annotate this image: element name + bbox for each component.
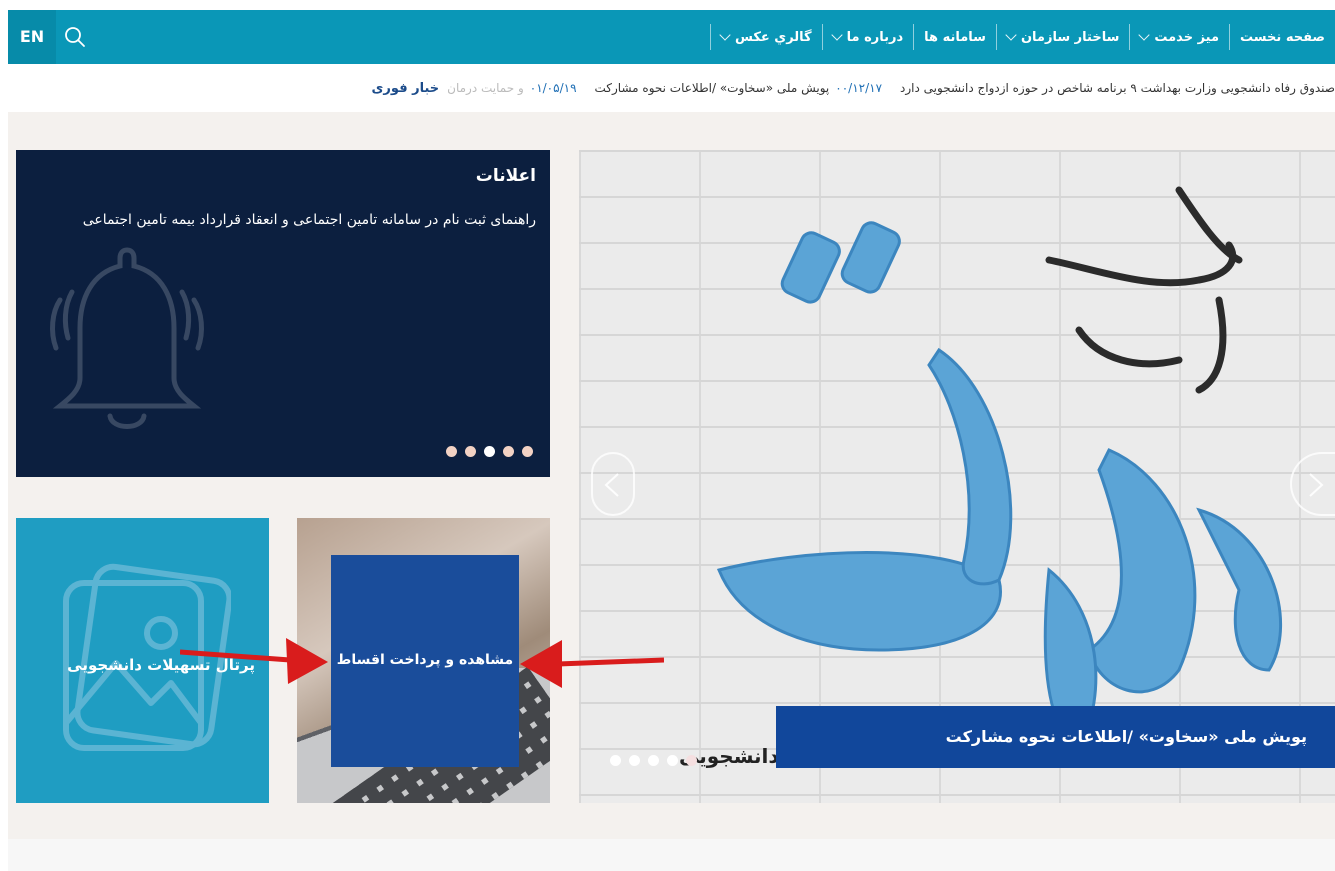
nav-item-about[interactable]: درباره ما	[821, 24, 914, 50]
chevron-down-icon	[1005, 29, 1017, 41]
nav-item-home[interactable]: صفحه نخست	[1229, 24, 1335, 50]
language-toggle-en[interactable]: EN	[8, 10, 56, 64]
pagination-dot[interactable]	[610, 755, 621, 766]
pagination-dot[interactable]	[629, 755, 640, 766]
pagination-dot-active[interactable]	[484, 446, 495, 457]
ticker-news-date: ۰۱/۰۵/۱۹	[529, 81, 577, 95]
bell-icon	[50, 247, 204, 429]
pagination-dot[interactable]	[667, 755, 678, 766]
chevron-down-icon	[1138, 29, 1151, 41]
news-ticker: خبار فوری و حمایت درمان ۰۱/۰۵/۱۹ پویش مل…	[8, 64, 1335, 112]
slide-caption[interactable]: پویش ملی «سخاوت» /اطلاعات نحوه مشارکت	[776, 706, 1335, 768]
announcement-link[interactable]: راهنمای ثبت نام در سامانه تامین اجتماعی …	[83, 212, 536, 228]
chevron-right-icon	[1309, 473, 1324, 497]
nav-item-service-desk[interactable]: ميز خدمت	[1129, 24, 1229, 50]
nav-item-label: صفحه نخست	[1240, 29, 1325, 45]
ticker-news-date: ۰۰/۱۲/۱۷	[835, 81, 883, 95]
pagination-dot[interactable]	[465, 446, 476, 457]
nav-item-label: ساختار سازمان	[1020, 29, 1120, 45]
slider-pagination	[610, 755, 697, 766]
chevron-left-icon	[604, 473, 619, 497]
pagination-dot[interactable]	[446, 446, 457, 457]
nav-item-label: درباره ما	[846, 29, 904, 45]
ticker-news-item[interactable]: صندوق رفاه دانشجویی وزارت بهداشت ۹ برنام…	[900, 81, 1335, 95]
pagination-dot[interactable]	[503, 446, 514, 457]
announcements-panel: اعلانات راهنمای ثبت نام در سامانه تامین …	[16, 150, 550, 477]
nav-item-organization[interactable]: ساختار سازمان	[995, 24, 1129, 50]
footer-strip	[8, 839, 1335, 871]
main-nav-menu: صفحه نخست ميز خدمت ساختار سازمان سامانه …	[709, 10, 1335, 64]
nav-item-label: سامانه ها	[924, 29, 986, 45]
nav-item-gallery[interactable]: گالري عکس	[709, 24, 822, 50]
pagination-dot[interactable]	[648, 755, 659, 766]
ticker-label: خبار فوری	[371, 80, 440, 96]
nav-item-systems[interactable]: سامانه ها	[913, 24, 996, 50]
announcements-title: اعلانات	[475, 166, 536, 186]
installments-label: مشاهده و پرداخت اقساط	[336, 652, 514, 668]
chevron-down-icon	[830, 29, 843, 41]
ticker-content: خبار فوری و حمایت درمان ۰۱/۰۵/۱۹ پویش مل…	[360, 64, 1335, 112]
nav-item-label: ميز خدمت	[1154, 29, 1220, 45]
search-icon[interactable]	[62, 24, 88, 50]
ticker-news-item[interactable]: پویش ملی «سخاوت» /اطلاعات نحوه مشارکت	[595, 81, 830, 95]
nav-item-label: گالري عکس	[734, 29, 812, 45]
announcement-pagination	[446, 446, 533, 457]
pagination-dot[interactable]	[522, 446, 533, 457]
ticker-news-item[interactable]: و حمایت درمان	[447, 81, 524, 95]
chevron-down-icon	[719, 29, 731, 41]
annotation-arrow-right	[520, 640, 664, 688]
annotation-arrow-left	[180, 638, 328, 684]
pagination-dot-active[interactable]	[686, 755, 697, 766]
